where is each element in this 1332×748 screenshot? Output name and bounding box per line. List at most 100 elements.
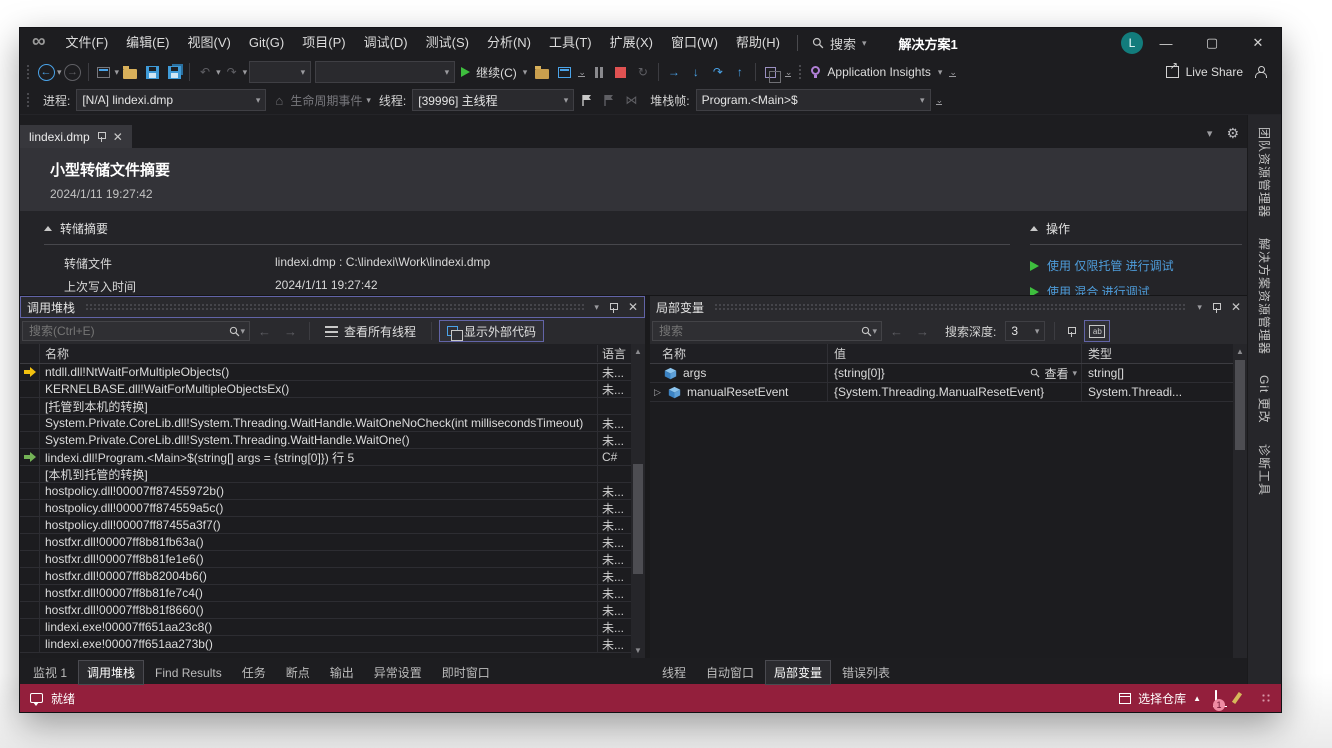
find-in-files-button[interactable] (531, 61, 553, 83)
callstack-row[interactable]: [本机到托管的转换] (20, 466, 631, 483)
minimize-button[interactable]: — (1143, 28, 1189, 58)
titlebar-search[interactable]: 搜索 ▾ (806, 34, 873, 53)
callstack-row[interactable]: System.Private.CoreLib.dll!System.Thread… (20, 432, 631, 449)
toolbar-overflow-button[interactable]: ⌄ (785, 68, 792, 77)
debug-action-link[interactable]: 使用 仅限托管 进行调试 (1030, 257, 1242, 274)
navigate-back-button[interactable]: ← (35, 61, 57, 83)
menu-item[interactable]: 工具(T) (540, 28, 601, 58)
panel-tab[interactable]: 局部变量 (765, 660, 831, 685)
menu-item[interactable]: 文件(F) (57, 28, 118, 58)
sync-active-document-button[interactable] (553, 61, 575, 83)
side-tool-tab[interactable]: Git 更改 (1256, 375, 1273, 424)
feedback-icon[interactable] (30, 693, 43, 703)
callstack-row[interactable]: hostfxr.dll!00007ff8b81fe7c4() 未... (20, 585, 631, 602)
side-tool-tab[interactable]: 解决方案资源管理器 (1256, 238, 1273, 355)
chevron-down-icon[interactable]: ▾ (240, 326, 245, 337)
panel-tab[interactable]: 断点 (277, 660, 319, 685)
menu-item[interactable]: 编辑(E) (117, 28, 178, 58)
panel-tab[interactable]: 监视 1 (24, 660, 76, 685)
callstack-row[interactable]: lindexi.exe!00007ff651aa23c8() 未... (20, 619, 631, 636)
application-insights-button[interactable]: Application Insights ▾ (807, 61, 946, 83)
name-column-header[interactable]: 名称 (40, 345, 597, 362)
menu-item[interactable]: 测试(S) (417, 28, 478, 58)
search-depth-combobox[interactable]: 3▾ (1005, 321, 1045, 341)
collaborators-button[interactable] (1249, 61, 1271, 83)
menu-item[interactable]: 视图(V) (179, 28, 240, 58)
resize-grip[interactable] (1261, 693, 1271, 703)
callstack-row[interactable]: hostfxr.dll!00007ff8b82004b6() 未... (20, 568, 631, 585)
callstack-row[interactable]: KERNELBASE.dll!WaitForMultipleObjectsEx(… (20, 381, 631, 398)
toolbar-overflow-button[interactable]: ⌄ (936, 96, 943, 105)
close-icon[interactable]: ✕ (1231, 300, 1241, 314)
locals-row[interactable]: ▷ manualResetEvent {System.Threading.Man… (650, 383, 1233, 402)
window-position-icon[interactable]: ▾ (594, 302, 599, 313)
step-out-button[interactable]: ↑ (729, 61, 751, 83)
text-visualizer-toggle[interactable]: ab (1084, 320, 1110, 342)
user-avatar[interactable]: L (1121, 32, 1143, 54)
window-position-icon[interactable]: ▾ (1197, 302, 1202, 313)
configuration-combobox[interactable]: ▾ (249, 61, 311, 83)
new-project-button[interactable] (93, 61, 115, 83)
panel-tab[interactable]: 错误列表 (833, 660, 899, 685)
save-all-button[interactable] (163, 61, 185, 83)
scroll-down-icon[interactable]: ▼ (631, 646, 645, 655)
menu-item[interactable]: 项目(P) (293, 28, 354, 58)
open-file-button[interactable] (119, 61, 141, 83)
menu-item[interactable]: 分析(N) (478, 28, 540, 58)
view-all-threads-button[interactable]: 查看所有线程 (317, 320, 424, 342)
send-feedback-icon[interactable] (1231, 692, 1243, 704)
toolbar-drag-handle[interactable] (798, 64, 803, 80)
panel-tab[interactable]: 自动窗口 (697, 660, 763, 685)
gear-icon[interactable]: ⚙ (1226, 125, 1239, 142)
pin-icon[interactable] (609, 302, 618, 313)
callstack-row[interactable]: lindexi.exe!00007ff651aa273b() 未... (20, 636, 631, 653)
platform-combobox[interactable]: ▾ (315, 61, 455, 83)
document-tab[interactable]: lindexi.dmp ✕ (20, 125, 132, 148)
toolbar-overflow-button[interactable]: ⌄ (578, 68, 585, 77)
menu-item[interactable]: 窗口(W) (662, 28, 727, 58)
locals-row[interactable]: args {string[0]} 查看 ▾ (650, 364, 1233, 383)
callstack-search-input[interactable] (23, 324, 229, 338)
panel-tab[interactable]: Find Results (146, 662, 231, 684)
toolbar-drag-handle[interactable] (26, 64, 31, 80)
panel-tab[interactable]: 线程 (653, 660, 695, 685)
select-repository-button[interactable]: 选择仓库 ▲ (1119, 690, 1201, 707)
scroll-up-icon[interactable]: ▲ (631, 347, 645, 356)
value-column-header[interactable]: 值 (828, 345, 1081, 362)
panel-tab[interactable]: 即时窗口 (433, 660, 499, 685)
locals-scrollbar[interactable]: ▲ (1233, 344, 1247, 658)
thread-combobox[interactable]: [39996] 主线程▾ (412, 89, 574, 111)
search-icon[interactable] (861, 326, 872, 337)
locals-panel-titlebar[interactable]: 局部变量 ▾ ✕ (650, 296, 1247, 318)
save-button[interactable] (141, 61, 163, 83)
callstack-row[interactable]: hostpolicy.dll!00007ff87455972b() 未... (20, 483, 631, 500)
process-combobox[interactable]: [N/A] lindexi.dmp▾ (76, 89, 266, 111)
maximize-button[interactable]: ▢ (1189, 28, 1235, 58)
scroll-up-icon[interactable]: ▲ (1233, 347, 1247, 356)
pin-icon[interactable] (97, 131, 106, 142)
menu-item[interactable]: 调试(D) (355, 28, 417, 58)
close-button[interactable]: ✕ (1235, 28, 1281, 58)
name-column-header[interactable]: 名称 (650, 344, 828, 363)
pin-values-button[interactable] (1062, 320, 1081, 342)
flag-threads-button[interactable] (576, 89, 598, 111)
show-external-code-button[interactable]: 显示外部代码 (439, 320, 544, 342)
step-into-button[interactable]: ↓ (685, 61, 707, 83)
panel-tab[interactable]: 任务 (233, 660, 275, 685)
menu-item[interactable]: 帮助(H) (727, 28, 789, 58)
expand-arrow-icon[interactable]: ▷ (654, 387, 662, 398)
search-icon[interactable] (229, 326, 240, 337)
pin-icon[interactable] (1212, 302, 1221, 313)
callstack-row[interactable]: hostfxr.dll!00007ff8b81fb63a() 未... (20, 534, 631, 551)
callstack-row[interactable]: hostfxr.dll!00007ff8b81f8660() 未... (20, 602, 631, 619)
section-header[interactable]: 转储摘要 (44, 220, 1010, 237)
live-share-button[interactable]: Live Share (1160, 61, 1249, 83)
callstack-row[interactable]: lindexi.dll!Program.<Main>$(string[] arg… (20, 449, 631, 466)
type-column-header[interactable]: 类型 (1081, 344, 1233, 363)
callstack-row[interactable]: [托管到本机的转换] (20, 398, 631, 415)
callstack-scrollbar[interactable]: ▲ ▼ (631, 344, 645, 658)
locals-search-input[interactable] (653, 324, 861, 338)
show-next-statement-button[interactable]: → (663, 61, 685, 83)
callstack-row[interactable]: ntdll.dll!NtWaitForMultipleObjects() 未..… (20, 364, 631, 381)
diagnostics-button[interactable] (760, 61, 782, 83)
